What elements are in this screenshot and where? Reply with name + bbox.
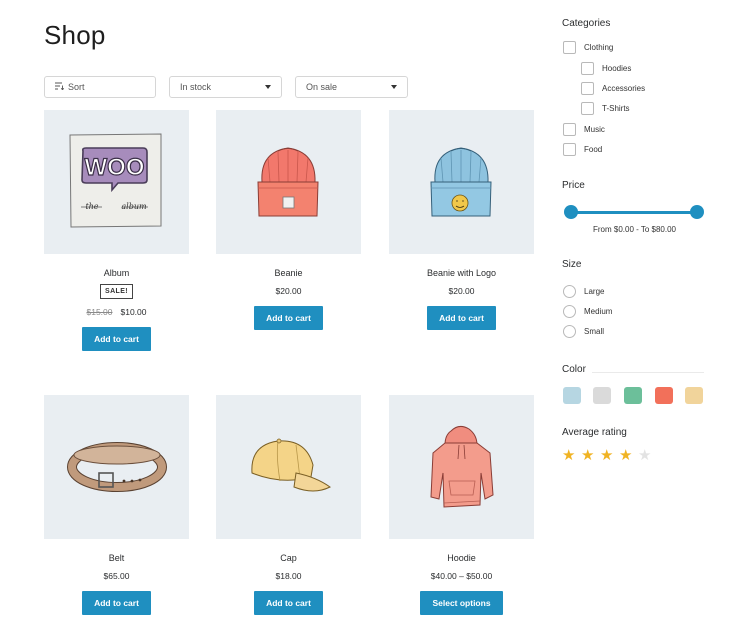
product-price: $20.00 [448,286,475,296]
old-price: $15.00 [86,307,113,317]
product-name[interactable]: Beanie with Logo [389,268,534,278]
size-label: Large [584,287,605,296]
sort-button[interactable]: Sort [44,76,156,98]
product-card: Cap $18.00 Add to cart [216,395,361,615]
add-to-cart-button[interactable]: Add to cart [427,306,496,330]
sale-filter-label: On sale [306,82,338,92]
product-name[interactable]: Beanie [216,268,361,278]
checkbox[interactable] [563,123,576,136]
size-radio-small[interactable]: Small [563,325,604,338]
category-checkbox-hoodies[interactable]: Hoodies [581,62,631,75]
product-price: $65.00 [103,571,130,581]
add-to-cart-button[interactable]: Add to cart [82,591,151,615]
product-card: WOO the album Album SALE! $15.00 $10.00 A… [44,110,189,351]
category-label: Hoodies [602,64,632,73]
price-slider-min-handle[interactable] [564,205,578,219]
svg-text:album: album [121,202,147,211]
product-card: Hoodie $40.00 – $50.00 Select options [389,395,534,615]
page-title: Shop [44,20,106,50]
category-label: Accessories [602,84,646,93]
color-swatch-green[interactable] [624,387,642,404]
belt-image[interactable] [44,395,189,539]
sort-icon [55,82,65,92]
size-label: Medium [584,307,613,316]
star-icon[interactable]: ★ [581,448,594,463]
chevron-down-icon [391,85,397,89]
product-card: Belt $65.00 Add to cart [44,395,189,615]
radio[interactable] [563,285,576,298]
add-to-cart-button[interactable]: Add to cart [254,306,323,330]
product-card: Beanie $20.00 Add to cart [216,110,361,330]
product-name[interactable]: Belt [44,553,189,563]
category-label: Clothing [584,43,614,52]
checkbox[interactable] [581,82,594,95]
add-to-cart-button[interactable]: Add to cart [82,327,151,351]
svg-text:WOO: WOO [85,154,145,181]
current-price: $10.00 [120,307,147,317]
product-price: $40.00 – $50.00 [430,571,493,581]
product-card: Beanie with Logo $20.00 Add to cart [389,110,534,330]
size-radio-large[interactable]: Large [563,285,604,298]
product-name[interactable]: Hoodie [389,553,534,563]
cap-image[interactable] [216,395,361,539]
sale-badge: SALE! [100,284,133,299]
star-icon[interactable]: ★ [600,448,613,463]
hoodie-image[interactable] [389,395,534,539]
category-checkbox-food[interactable]: Food [563,143,602,156]
size-title: Size [562,259,582,270]
product-price: $18.00 [275,571,302,581]
stock-filter-label: In stock [180,82,212,92]
checkbox[interactable] [581,62,594,75]
category-label: T-Shirts [602,104,630,113]
category-checkbox-tshirts[interactable]: T-Shirts [581,102,630,115]
size-radio-medium[interactable]: Medium [563,305,612,318]
price-range-text: From $0.00 - To $80.00 [592,225,676,234]
checkbox[interactable] [563,41,576,54]
price-title: Price [562,180,585,191]
sale-filter-dropdown[interactable]: On sale [295,76,408,98]
price-slider-max-handle[interactable] [690,205,704,219]
size-label: Small [584,327,605,336]
star-icon[interactable]: ★ [638,448,651,463]
beanie-image[interactable] [216,110,361,254]
star-icon[interactable]: ★ [562,448,575,463]
color-swatch-light-blue[interactable] [563,387,581,404]
category-label: Food [584,145,603,154]
category-checkbox-clothing[interactable]: Clothing [563,41,613,54]
svg-text:the: the [85,202,98,211]
color-swatch-yellow[interactable] [685,387,703,404]
woo-album-image[interactable]: WOO the album [44,110,189,254]
select-options-button[interactable]: Select options [420,591,503,615]
radio[interactable] [563,325,576,338]
color-swatch-gray[interactable] [593,387,611,404]
sort-label: Sort [68,82,85,92]
product-price: $20.00 [275,286,302,296]
product-name[interactable]: Album [44,268,189,278]
checkbox[interactable] [581,102,594,115]
categories-title: Categories [562,18,611,29]
category-label: Music [584,125,605,134]
divider [592,372,704,373]
checkbox[interactable] [563,143,576,156]
color-title: Color [562,364,586,375]
color-swatch-red[interactable] [655,387,673,404]
add-to-cart-button[interactable]: Add to cart [254,591,323,615]
rating-title: Average rating [562,427,627,438]
product-price: $15.00 $10.00 [44,307,189,317]
chevron-down-icon [265,85,271,89]
price-slider-track[interactable] [571,211,697,214]
radio[interactable] [563,305,576,318]
category-checkbox-music[interactable]: Music [563,123,605,136]
stock-filter-dropdown[interactable]: In stock [169,76,282,98]
beanie-logo-image[interactable] [389,110,534,254]
product-name[interactable]: Cap [216,553,361,563]
star-icon[interactable]: ★ [619,448,632,463]
category-checkbox-accessories[interactable]: Accessories [581,82,645,95]
